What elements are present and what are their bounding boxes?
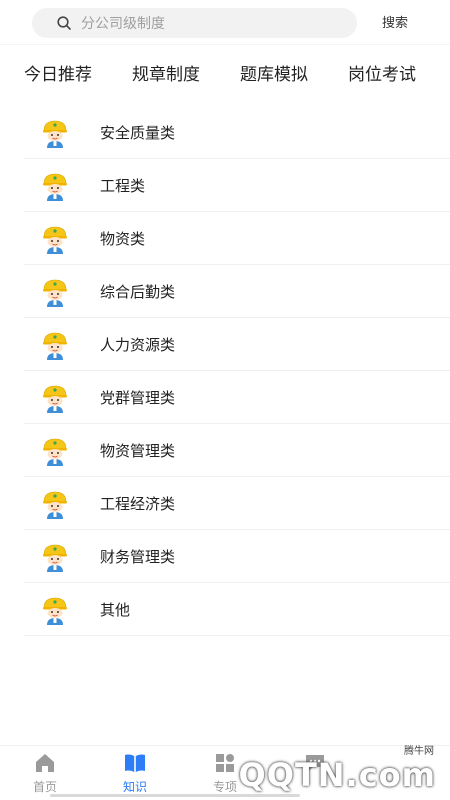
nav-knowledge[interactable]: 知识	[105, 752, 165, 795]
search-icon	[57, 16, 71, 30]
category-item[interactable]: 综合后勤类	[24, 265, 450, 318]
worker-avatar-icon	[40, 224, 70, 254]
chat-icon	[306, 755, 324, 771]
grid-icon	[216, 754, 234, 772]
search-button[interactable]: 搜索	[382, 12, 408, 31]
book-icon	[125, 754, 145, 772]
category-item[interactable]: 财务管理类	[24, 530, 450, 583]
category-label: 其他	[100, 600, 131, 619]
category-item[interactable]: 人力资源类	[24, 318, 450, 371]
worker-avatar-icon	[40, 595, 70, 625]
tab-question-bank[interactable]: 题库模拟	[240, 60, 308, 85]
category-label: 物资类	[100, 229, 146, 248]
tab-regulations[interactable]: 规章制度	[132, 60, 200, 85]
worker-avatar-icon	[40, 436, 70, 466]
worker-avatar-icon	[40, 383, 70, 413]
category-label: 安全质量类	[100, 123, 176, 142]
category-label: 工程类	[100, 176, 146, 195]
tab-post-exam[interactable]: 岗位考试	[348, 60, 416, 85]
nav-special-label: 专项	[212, 780, 237, 794]
nav-home[interactable]: 首页	[15, 752, 75, 795]
category-label: 党群管理类	[100, 388, 176, 407]
nav-home-label: 首页	[32, 780, 57, 794]
nav-messages[interactable]	[285, 752, 345, 778]
home-indicator	[50, 794, 300, 797]
divider	[0, 44, 450, 45]
category-item[interactable]: 物资类	[24, 212, 450, 265]
category-label: 工程经济类	[100, 494, 176, 513]
home-icon	[36, 754, 54, 772]
category-list: 安全质量类 工程类 物资类 综合后勤类 人力资源类 党群管理类 物资管理类 工程…	[24, 106, 450, 636]
category-label: 人力资源类	[100, 335, 176, 354]
search-input[interactable]: 分公司级制度	[81, 13, 165, 33]
worker-avatar-icon	[40, 171, 70, 201]
nav-knowledge-label: 知识	[122, 780, 147, 794]
category-label: 综合后勤类	[100, 282, 176, 301]
worker-avatar-icon	[40, 542, 70, 572]
category-item[interactable]: 工程类	[24, 159, 450, 212]
worker-avatar-icon	[40, 277, 70, 307]
search-bar[interactable]: 分公司级制度	[32, 8, 357, 38]
category-item[interactable]: 工程经济类	[24, 477, 450, 530]
worker-avatar-icon	[40, 330, 70, 360]
category-item[interactable]: 安全质量类	[24, 106, 450, 159]
category-label: 物资管理类	[100, 441, 176, 460]
worker-avatar-icon	[40, 118, 70, 148]
worker-avatar-icon	[40, 489, 70, 519]
category-item[interactable]: 党群管理类	[24, 371, 450, 424]
tab-bar: 今日推荐 规章制度 题库模拟 岗位考试	[0, 60, 450, 86]
category-item[interactable]: 物资管理类	[24, 424, 450, 477]
category-item[interactable]: 其他	[24, 583, 450, 636]
category-label: 财务管理类	[100, 547, 176, 566]
bottom-nav: 首页 知识 专项	[0, 745, 450, 800]
tab-today-recommend[interactable]: 今日推荐	[24, 60, 92, 85]
nav-special[interactable]: 专项	[195, 752, 255, 795]
